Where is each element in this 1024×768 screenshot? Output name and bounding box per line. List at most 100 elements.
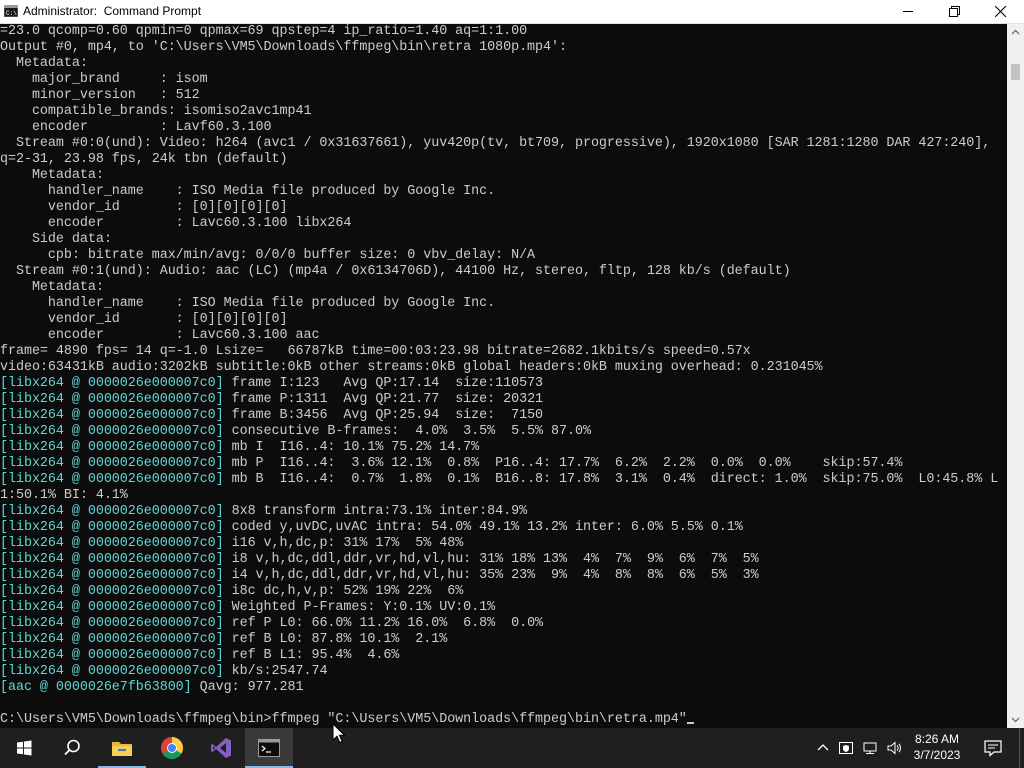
log-source-prefix: [libx264 @ 0000026e000007c0]	[0, 440, 224, 455]
console-line-text: frame P:1311 Avg QP:21.77 size: 20321	[223, 392, 544, 407]
minimize-button[interactable]	[886, 0, 932, 23]
console-line-text: vendor_id : [0][0][0][0]	[0, 312, 288, 327]
console-line-text: Output #0, mp4, to 'C:\Users\VM5\Downloa…	[0, 40, 567, 55]
console-line: [libx264 @ 0000026e000007c0] consecutive…	[0, 424, 1007, 440]
console-line: [libx264 @ 0000026e000007c0] mb P I16..4…	[0, 456, 1007, 472]
console-line: encoder : Lavf60.3.100	[0, 120, 1007, 136]
console-line: minor_version : 512	[0, 88, 1007, 104]
log-source-prefix: [libx264 @ 0000026e000007c0]	[0, 520, 224, 535]
log-source-prefix: [libx264 @ 0000026e000007c0]	[0, 632, 224, 647]
console-line-text: frame B:3456 Avg QP:25.94 size: 7150	[223, 408, 544, 423]
network-icon[interactable]	[862, 740, 878, 756]
log-source-prefix: [libx264 @ 0000026e000007c0]	[0, 408, 224, 423]
console-line: [libx264 @ 0000026e000007c0] ref B L1: 9…	[0, 648, 1007, 664]
console-line: [libx264 @ 0000026e000007c0] i8 v,h,dc,d…	[0, 552, 1007, 568]
search-icon	[64, 739, 80, 756]
console-line-text: i4 v,h,dc,ddl,ddr,vr,hd,vl,hu: 35% 23% 9…	[223, 568, 759, 583]
console-line: encoder : Lavc60.3.100 libx264	[0, 216, 1007, 232]
start-button[interactable]	[0, 728, 48, 768]
minimize-icon	[903, 11, 913, 12]
notification-icon[interactable]	[983, 738, 1003, 758]
console-line-text: i8 v,h,dc,ddl,ddr,vr,hd,vl,hu: 31% 18% 1…	[223, 552, 759, 567]
console-line: frame= 4890 fps= 14 q=-1.0 Lsize= 66787k…	[0, 344, 1007, 360]
cmd-icon	[258, 739, 280, 757]
console-output[interactable]: =23.0 qcomp=0.60 qpmin=0 qpmax=69 qpstep…	[0, 24, 1007, 728]
console-line-text: mb I I16..4: 10.1% 75.2% 14.7%	[223, 440, 480, 455]
console-line-text: major_brand : isom	[0, 72, 208, 87]
console-line: [libx264 @ 0000026e000007c0] 8x8 transfo…	[0, 504, 1007, 520]
folder-icon	[112, 742, 132, 756]
console-line-text: Stream #0:0(und): Video: h264 (avc1 / 0x…	[0, 136, 991, 151]
console-line-text: kb/s:2547.74	[223, 664, 328, 679]
security-icon[interactable]	[838, 740, 854, 756]
scroll-up-arrow-icon[interactable]	[1007, 24, 1024, 41]
console-line-text: Metadata:	[0, 168, 104, 183]
log-source-prefix: [libx264 @ 0000026e000007c0]	[0, 456, 224, 471]
restore-button[interactable]	[932, 0, 978, 23]
console-line: Output #0, mp4, to 'C:\Users\VM5\Downloa…	[0, 40, 1007, 56]
taskbar-command-prompt[interactable]	[245, 728, 293, 768]
svg-text:C:\: C:\	[6, 10, 17, 17]
console-line-text: 1:50.1% BI: 4.1%	[0, 488, 128, 503]
log-source-prefix: [libx264 @ 0000026e000007c0]	[0, 392, 224, 407]
console-line: [libx264 @ 0000026e000007c0] mb I I16..4…	[0, 440, 1007, 456]
console-line: [libx264 @ 0000026e000007c0] frame I:123…	[0, 376, 1007, 392]
chevron-up-icon[interactable]	[815, 740, 831, 756]
console-line-text: i16 v,h,dc,p: 31% 17% 5% 48%	[223, 536, 464, 551]
taskbar-clock[interactable]: 8:26 AM 3/7/2023	[906, 731, 968, 763]
console-line-text: 8x8 transform intra:73.1% inter:84.9%	[223, 504, 528, 519]
log-source-prefix: [libx264 @ 0000026e000007c0]	[0, 648, 224, 663]
console-line-text: mb P I16..4: 3.6% 12.1% 0.8% P16..4: 17.…	[223, 456, 903, 471]
close-icon	[995, 6, 1007, 18]
console-line: vendor_id : [0][0][0][0]	[0, 200, 1007, 216]
mouse-pointer-icon	[332, 723, 346, 744]
console-line-text: =23.0 qcomp=0.60 qpmin=0 qpmax=69 qpstep…	[0, 24, 528, 39]
log-source-prefix: [libx264 @ 0000026e000007c0]	[0, 424, 224, 439]
scroll-down-arrow-icon[interactable]	[1007, 711, 1024, 728]
console-line-text: frame I:123 Avg QP:17.14 size:110573	[223, 376, 544, 391]
taskbar-visual-studio[interactable]	[197, 728, 245, 768]
log-source-prefix: [libx264 @ 0000026e000007c0]	[0, 664, 224, 679]
console-line-text: encoder : Lavc60.3.100 aac	[0, 328, 320, 343]
clock-date: 3/7/2023	[913, 748, 961, 762]
console-line-text: Stream #0:1(und): Audio: aac (LC) (mp4a …	[0, 264, 791, 279]
taskbar-chrome[interactable]	[148, 728, 196, 768]
console-line: major_brand : isom	[0, 72, 1007, 88]
command-line[interactable]: C:\Users\VM5\Downloads\ffmpeg\bin>ffmpeg…	[0, 712, 1007, 728]
console-line-text: Weighted P-Frames: Y:0.1% UV:0.1%	[223, 600, 496, 615]
log-source-prefix: [libx264 @ 0000026e000007c0]	[0, 376, 224, 391]
taskbar-file-explorer[interactable]	[98, 728, 146, 768]
console-line-text: consecutive B-frames: 4.0% 3.5% 5.5% 87.…	[223, 424, 591, 439]
log-source-prefix: [libx264 @ 0000026e000007c0]	[0, 472, 224, 487]
close-button[interactable]	[978, 0, 1024, 23]
console-line-text: video:63431kB audio:3202kB subtitle:0kB …	[0, 360, 823, 375]
windows-start-icon	[17, 740, 32, 756]
restore-icon	[949, 6, 960, 17]
show-desktop-button[interactable]	[1019, 728, 1024, 768]
console-line: [libx264 @ 0000026e000007c0] i16 v,h,dc,…	[0, 536, 1007, 552]
volume-icon[interactable]	[886, 740, 902, 756]
console-line-text: minor_version : 512	[0, 88, 200, 103]
log-source-prefix: [libx264 @ 0000026e000007c0]	[0, 616, 224, 631]
console-line: [libx264 @ 0000026e000007c0] mb B I16..4…	[0, 472, 1007, 488]
console-line-text: ref P L0: 66.0% 11.2% 16.0% 6.8% 0.0%	[223, 616, 544, 631]
console-line-text: Side data:	[0, 232, 112, 247]
console-line: Side data:	[0, 232, 1007, 248]
console-line-text: encoder : Lavf60.3.100	[0, 120, 272, 135]
console-line: Metadata:	[0, 280, 1007, 296]
clock-time: 8:26 AM	[914, 732, 960, 746]
console-line: =23.0 qcomp=0.60 qpmin=0 qpmax=69 qpstep…	[0, 24, 1007, 40]
console-line-text: ref B L1: 95.4% 4.6%	[223, 648, 400, 663]
console-line-text: handler_name : ISO Media file produced b…	[0, 296, 496, 311]
chrome-icon	[161, 737, 183, 759]
console-line: [aac @ 0000026e7fb63800] Qavg: 977.281	[0, 680, 1007, 696]
search-button[interactable]	[48, 728, 96, 768]
vertical-scrollbar[interactable]	[1007, 24, 1024, 728]
log-source-prefix: [libx264 @ 0000026e000007c0]	[0, 584, 224, 599]
taskbar: 8:26 AM 3/7/2023	[0, 728, 1024, 768]
log-source-prefix: [libx264 @ 0000026e000007c0]	[0, 504, 224, 519]
scrollbar-thumb[interactable]	[1011, 64, 1020, 80]
title-bar[interactable]: C:\ Administrator: Command Prompt	[0, 0, 1024, 24]
log-source-prefix: [libx264 @ 0000026e000007c0]	[0, 552, 224, 567]
